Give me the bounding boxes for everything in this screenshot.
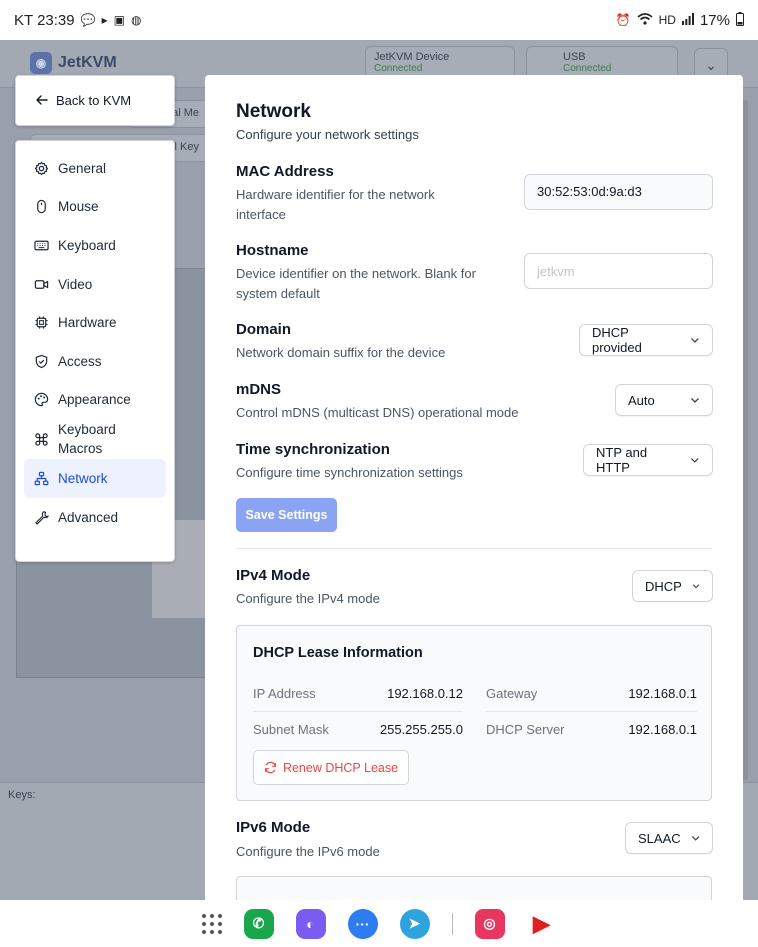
ipv4-mode-select[interactable]: DHCP [632,570,713,602]
app-dock: ✆ ◐ ··· ➤ ◎ ▶ [0,900,758,947]
mac-address-description: Hardware identifier for the network inte… [236,187,435,222]
status-time: KT 23:39 [14,11,75,29]
network-settings-panel: Network Configure your network settings … [205,75,743,905]
battery-level: 17% [699,11,730,29]
dhcp-server-value: 192.168.0.1 [628,722,697,737]
sidebar-item-network[interactable]: Network [24,459,166,498]
shield-icon [35,354,48,368]
sidebar-item-general[interactable]: General [24,149,166,188]
youtube-app-icon[interactable]: ▶ [526,908,557,939]
mdns-select[interactable]: Auto [615,384,713,416]
domain-label: Domain [236,321,292,338]
time-sync-label: Time synchronization [236,441,390,458]
subnet-mask-value: 255.255.255.0 [379,722,463,737]
sidebar-item-mouse[interactable]: Mouse [24,188,166,227]
app-logo: ◉ JetKVM [30,52,117,74]
app-icon: ▣ [113,13,125,27]
browser-app-icon[interactable]: ◐ [295,908,326,939]
mdns-description: Control mDNS (multicast DNS) operational… [236,405,519,420]
mac-address-label: MAC Address [236,163,334,180]
hostname-description: Device identifier on the network. Blank … [236,266,476,301]
chevron-down-icon [691,458,700,463]
sidebar-item-hardware[interactable]: Hardware [24,303,166,342]
page-title: Network [236,101,311,122]
signal-icon [681,12,694,28]
ipv4-mode-description: Configure the IPv4 mode [236,591,380,606]
mac-address-field: 30:52:53:0d:9a:d3 [524,174,713,210]
wifi-icon [637,12,653,28]
ipv4-mode-label: IPv4 Mode [236,567,311,584]
camera-app-icon[interactable]: ◎ [474,908,505,939]
hostname-input[interactable] [524,253,713,289]
chevron-down-icon [691,398,699,403]
network-icon [34,471,49,486]
dhcp-lease-title: DHCP Lease Information [253,645,423,661]
chevron-down-icon [691,836,700,841]
refresh-icon [264,761,276,774]
chevron-down-icon [691,338,699,343]
logo-icon: ◉ [30,52,52,74]
hostname-label: Hostname [236,242,309,259]
notification-icon: ▸ [101,13,108,27]
domain-description: Network domain suffix for the device [236,345,446,360]
alarm-icon: ⏰ [615,13,631,27]
dhcp-lease-card: DHCP Lease Information IP Address 192.16… [236,625,712,801]
record-icon: ◍ [130,13,142,27]
lease-row-divider [486,711,697,712]
section-divider [236,548,712,549]
status-bar: KT 23:39 💬 ▸ ▣ ◍ ⏰ HD 17% [0,0,758,40]
wrench-icon [35,510,49,525]
settings-sidebar: General Mouse Keyboard Video Hardware Ac… [15,140,175,562]
arrow-left-icon [36,93,48,108]
domain-select[interactable]: DHCP provided [579,324,713,356]
renew-dhcp-lease-button[interactable]: Renew DHCP Lease [253,750,409,785]
save-settings-button[interactable]: Save Settings [236,498,337,532]
ip-address-label: IP Address [253,686,316,701]
time-sync-select[interactable]: NTP and HTTP [583,444,713,476]
command-icon [35,432,48,446]
sidebar-item-video[interactable]: Video [24,265,166,304]
mdns-label: mDNS [236,381,282,398]
ipv6-mode-description: Configure the IPv6 mode [236,844,380,859]
ipv6-mode-select[interactable]: SLAAC [625,822,713,854]
chat-icon: 💬 [80,13,96,27]
messages-app-icon[interactable]: ··· [347,908,378,939]
chevron-down-icon [692,584,700,589]
gear-icon [34,161,49,175]
ip-address-value: 192.168.0.12 [387,686,463,701]
phone-app-icon[interactable]: ✆ [243,908,274,939]
gateway-label: Gateway [486,686,538,701]
mouse-icon [37,200,46,214]
ipv6-mode-label: IPv6 Mode [236,819,311,836]
keyboard-icon [34,240,49,251]
dock-divider [451,912,453,935]
subnet-mask-label: Subnet Mask [253,722,329,737]
sidebar-item-appearance[interactable]: Appearance [24,381,166,420]
time-sync-description: Configure time synchronization settings [236,465,463,480]
hd-icon: HD [658,13,676,27]
sidebar-item-keyboard[interactable]: Keyboard [24,226,166,265]
apps-grid-icon[interactable] [201,913,222,934]
sidebar-item-keyboard-macros[interactable]: Keyboard Macros [24,419,166,459]
chip-icon [35,316,48,329]
back-to-kvm-button[interactable]: Back to KVM [15,75,175,126]
sidebar-item-advanced[interactable]: Advanced [24,498,166,537]
page-subtitle: Configure your network settings [236,127,419,142]
video-icon [34,279,49,289]
telegram-app-icon[interactable]: ➤ [399,908,430,939]
sidebar-item-access[interactable]: Access [24,342,166,381]
dhcp-server-label: DHCP Server [486,722,565,737]
battery-icon [736,11,744,29]
gateway-value: 192.168.0.1 [628,686,697,701]
palette-icon [34,393,49,407]
lease-row-divider [253,711,463,712]
